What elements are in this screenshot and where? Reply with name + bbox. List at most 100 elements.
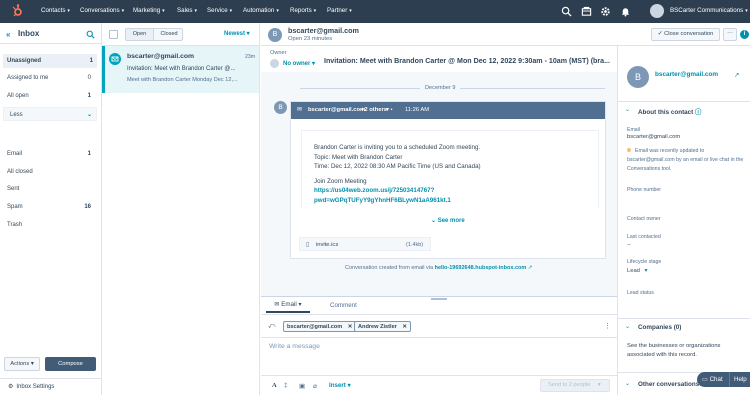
contact-email-link[interactable]: bscarter@gmail.com [655,71,718,78]
account-menu[interactable]: BSCarter Communications ▾ [670,7,748,14]
email-icon: ✉ [297,107,303,113]
chevron-down-icon: ▾ [597,382,601,388]
email-value[interactable]: bscarter@gmail.com [627,134,680,140]
recipient-chip[interactable]: bscarter@gmail.com ✕ [283,321,357,332]
sidebar-item-sent[interactable]: Sent [7,182,95,196]
chevron-down-icon: ▾ [644,268,648,274]
close-icon: ✕ [402,324,408,330]
send-button[interactable]: Send to 2 people ▾ [540,379,610,392]
message-others[interactable]: +2 others [361,107,387,113]
message-line: Brandon Carter is inviting you to a sche… [314,144,481,151]
file-icon: ▯ [306,242,310,248]
owner-avatar-icon [270,59,279,68]
owner-dropdown[interactable]: No owner ▾ [283,60,315,67]
list-item-time: 23m [245,54,256,60]
text-format-icon[interactable]: A [272,382,277,389]
attachment[interactable]: ▯ invite.ics (1.4kb) [299,237,431,251]
list-item-subject: Invitation: Meet with Brandon Carter @..… [127,66,236,72]
close-conversation-button[interactable]: ✓ Close conversation [651,28,720,41]
see-more-link[interactable]: ⌄ See more [431,217,465,224]
sidebar-item-assigned-to-me[interactable]: Assigned to me 0 [7,71,95,85]
tab-email[interactable]: ✉ Email ▾ [266,301,310,313]
more-options-icon[interactable]: ⋮ [604,322,611,330]
hubspot-logo-icon[interactable] [10,4,24,18]
insert-dropdown[interactable]: Insert ▾ [329,382,351,389]
nav-reports[interactable]: Reports ▾ [290,7,316,14]
nav-automation[interactable]: Automation ▾ [243,7,279,14]
resize-handle[interactable] [431,298,447,300]
tab-open[interactable]: Open [126,29,154,40]
message-line: Join Zoom Meeting [314,177,367,185]
attachment-name: invite.ics [316,242,339,248]
conversation-source-note: Conversation created from email via hell… [345,265,533,271]
chevron-down-icon[interactable]: ▾ • [386,107,393,113]
list-item[interactable]: bscarter@gmail.com 23m Invitation: Meet … [102,46,259,93]
image-icon[interactable]: ▣ [299,382,305,390]
marketplace-icon[interactable] [581,6,592,17]
inbox-title: Inbox [18,29,40,38]
sort-dropdown[interactable]: Newest ▾ [224,30,250,37]
gear-icon: ⚙ [8,384,14,390]
gear-icon[interactable] [600,6,611,17]
chevron-down-icon[interactable]: ⌄ [625,106,630,113]
chevron-down-icon[interactable]: ⌄ [625,323,630,330]
sidebar-item-unassigned[interactable]: Unassigned 1 [3,54,97,68]
nav-marketing[interactable]: Marketing ▾ [133,7,165,14]
companies-header[interactable]: Companies (0) [638,324,681,331]
more-options-icon[interactable]: ··· [723,28,737,41]
actions-button[interactable]: Actions ▾ [4,357,40,371]
chevron-down-icon[interactable]: ⌄ [625,380,630,387]
search-icon[interactable] [561,6,572,17]
avatar: B [274,101,287,114]
message-header[interactable]: ✉ bscarter@gmail.com +2 others ▾ • 11:26… [291,102,605,119]
select-all-checkbox[interactable] [109,30,118,39]
message-from: bscarter@gmail.com [308,107,366,113]
avatar: B [268,28,282,42]
lead-status-label: Lead status [627,290,654,296]
info-icon[interactable]: i [740,30,749,39]
nav-conversations[interactable]: Conversations ▾ [80,7,124,14]
compose-button[interactable]: Compose [45,357,96,371]
zoom-link[interactable]: https://us04web.zoom.us/j/72503414767? [314,186,481,196]
sidebar-item-trash[interactable]: Trash [7,218,95,232]
external-link-icon[interactable]: ↗ [734,71,739,79]
message-input[interactable]: Write a message [269,343,320,350]
nav-partner[interactable]: Partner ▾ [327,7,352,14]
attachment-size: (1.4kb) [406,242,424,248]
lifecycle-dropdown[interactable]: Lead ▾ [627,268,647,274]
sidebar-item-spam[interactable]: Spam 16 [7,200,95,214]
inbox-settings-link[interactable]: ⚙ Inbox Settings [8,383,54,390]
tab-comment[interactable]: Comment [330,302,357,309]
attach-icon[interactable]: ⌀ [313,382,317,390]
snippet-icon[interactable]: ‡ [284,382,288,389]
open-closed-toggle: Open Closed [125,28,183,41]
tab-closed[interactable]: Closed [155,29,183,40]
sidebar-item-email[interactable]: Email 1 [7,147,95,161]
zoom-link-continued[interactable]: pwd=wGPqTUFyY9gYhnHF6BLywN1aA961kt.1 [314,196,481,206]
contact-owner-label: Contact owner [627,216,661,222]
top-navigation: Contacts ▾ Conversations ▾ Marketing ▾ Sale… [0,0,750,23]
conversation-list: Open Closed Newest ▾ bscarter@gmail.com … [102,23,260,395]
sidebar-item-less-toggle[interactable]: Less ⌄ [3,107,97,121]
recipient-chip[interactable]: Andrew Zistler ✕ [354,321,412,332]
nav-contacts[interactable]: Contacts ▾ [41,7,70,14]
message-line: Time: Dec 12, 2022 08:30 AM Pacific Time… [314,163,481,170]
account-avatar[interactable] [650,4,664,18]
contact-avatar: B [627,66,649,88]
collapse-sidebar-icon[interactable]: « [6,30,10,39]
lifecycle-label: Lifecycle stage [627,259,662,265]
email-icon: ✉ [274,301,280,308]
inbox-address-link[interactable]: hello-19692648.hubspot-inbox.com [435,265,527,271]
bell-icon[interactable] [620,6,631,17]
help-button[interactable]: Help [729,372,750,387]
sidebar-item-all-closed[interactable]: All closed [7,165,95,179]
chat-button[interactable]: ▭ Chat [697,372,729,387]
nav-sales[interactable]: Sales ▾ [177,7,197,14]
sidebar-item-all-open[interactable]: All open 1 [7,89,95,103]
about-contact-header[interactable]: About this contact ⓘ [638,107,701,116]
nav-service[interactable]: Service ▾ [207,7,232,14]
companies-description: See the businesses or organizations asso… [627,343,721,358]
search-icon[interactable] [86,30,95,39]
other-conversations-header[interactable]: Other conversations [638,381,699,388]
reply-all-icon[interactable]: ⤺ [268,323,275,331]
